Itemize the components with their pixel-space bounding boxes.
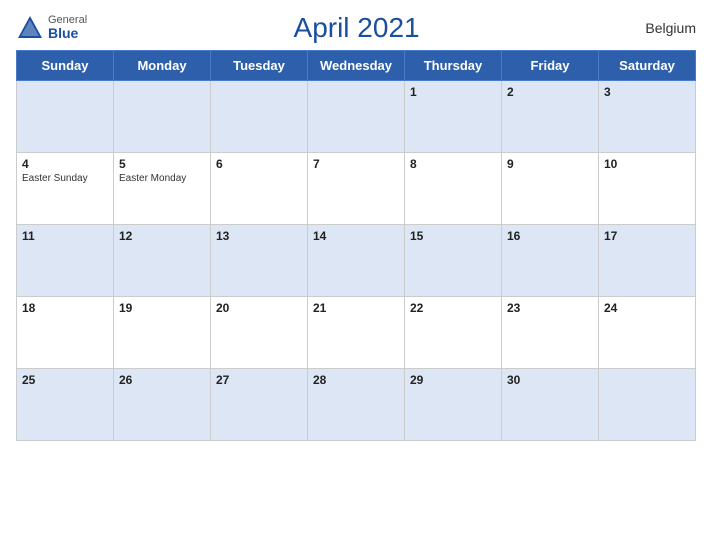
day-number: 28	[313, 373, 399, 387]
day-number: 27	[216, 373, 302, 387]
holiday-label: Easter Monday	[119, 173, 205, 184]
calendar-table: Sunday Monday Tuesday Wednesday Thursday…	[16, 50, 696, 441]
day-number: 8	[410, 157, 496, 171]
calendar-cell	[17, 81, 114, 153]
day-number: 16	[507, 229, 593, 243]
calendar-cell: 1	[405, 81, 502, 153]
header-monday: Monday	[114, 51, 211, 81]
day-number: 19	[119, 301, 205, 315]
day-number: 10	[604, 157, 690, 171]
day-number: 6	[216, 157, 302, 171]
calendar-cell	[211, 81, 308, 153]
calendar-week-3: 18 19 20 21 22 23 24	[17, 297, 696, 369]
calendar-cell: 29	[405, 369, 502, 441]
logo-icon	[16, 14, 44, 42]
logo-blue-label: Blue	[48, 26, 87, 41]
header-saturday: Saturday	[599, 51, 696, 81]
calendar-cell: 25	[17, 369, 114, 441]
calendar-cell: 17	[599, 225, 696, 297]
header-wednesday: Wednesday	[308, 51, 405, 81]
holiday-label: Easter Sunday	[22, 173, 108, 184]
calendar-cell: 16	[502, 225, 599, 297]
calendar-cell	[308, 81, 405, 153]
calendar-cell: 9	[502, 153, 599, 225]
day-number: 7	[313, 157, 399, 171]
calendar-cell: 13	[211, 225, 308, 297]
calendar-cell	[114, 81, 211, 153]
calendar-cell: 15	[405, 225, 502, 297]
calendar-cell: 20	[211, 297, 308, 369]
calendar-cell: 5 Easter Monday	[114, 153, 211, 225]
calendar-cell: 2	[502, 81, 599, 153]
header-thursday: Thursday	[405, 51, 502, 81]
calendar-week-1: 4 Easter Sunday 5 Easter Monday 6789 10	[17, 153, 696, 225]
day-number: 1	[410, 85, 496, 99]
calendar-cell: 30	[502, 369, 599, 441]
calendar-cell: 28	[308, 369, 405, 441]
calendar-cell: 12	[114, 225, 211, 297]
calendar-cell: 14	[308, 225, 405, 297]
calendar-cell: 21	[308, 297, 405, 369]
header: General Blue April 2021 Belgium	[16, 12, 696, 44]
day-number: 3	[604, 85, 690, 99]
day-number: 12	[119, 229, 205, 243]
day-number: 25	[22, 373, 108, 387]
day-number: 17	[604, 229, 690, 243]
calendar-cell: 6	[211, 153, 308, 225]
calendar-week-0: 123	[17, 81, 696, 153]
header-friday: Friday	[502, 51, 599, 81]
day-number: 20	[216, 301, 302, 315]
calendar-cell: 22	[405, 297, 502, 369]
calendar-cell: 3	[599, 81, 696, 153]
calendar-title: April 2021	[87, 12, 626, 44]
header-tuesday: Tuesday	[211, 51, 308, 81]
day-number: 24	[604, 301, 690, 315]
calendar-cell: 27	[211, 369, 308, 441]
header-sunday: Sunday	[17, 51, 114, 81]
day-number: 5	[119, 157, 205, 171]
day-number: 14	[313, 229, 399, 243]
day-number: 4	[22, 157, 108, 171]
calendar-cell: 26	[114, 369, 211, 441]
calendar-cell: 11	[17, 225, 114, 297]
day-number: 21	[313, 301, 399, 315]
calendar-cell	[599, 369, 696, 441]
logo-text: General Blue	[48, 14, 87, 41]
day-number: 13	[216, 229, 302, 243]
country-label: Belgium	[626, 20, 696, 36]
calendar-cell: 18	[17, 297, 114, 369]
day-number: 26	[119, 373, 205, 387]
day-number: 11	[22, 229, 108, 243]
day-number: 18	[22, 301, 108, 315]
calendar-cell: 23	[502, 297, 599, 369]
day-number: 15	[410, 229, 496, 243]
calendar-cell: 4 Easter Sunday	[17, 153, 114, 225]
day-number: 23	[507, 301, 593, 315]
calendar-cell: 24	[599, 297, 696, 369]
day-number: 30	[507, 373, 593, 387]
logo: General Blue	[16, 14, 87, 42]
calendar-week-4: 25 26 27 28 29 30	[17, 369, 696, 441]
day-number: 29	[410, 373, 496, 387]
calendar-cell: 8	[405, 153, 502, 225]
day-number: 2	[507, 85, 593, 99]
days-header-row: Sunday Monday Tuesday Wednesday Thursday…	[17, 51, 696, 81]
page: General Blue April 2021 Belgium Sunday M…	[0, 0, 712, 550]
calendar-week-2: 11 12 13 14 15 16 17	[17, 225, 696, 297]
day-number: 22	[410, 301, 496, 315]
calendar-cell: 19	[114, 297, 211, 369]
calendar-cell: 10	[599, 153, 696, 225]
day-number: 9	[507, 157, 593, 171]
calendar-cell: 7	[308, 153, 405, 225]
